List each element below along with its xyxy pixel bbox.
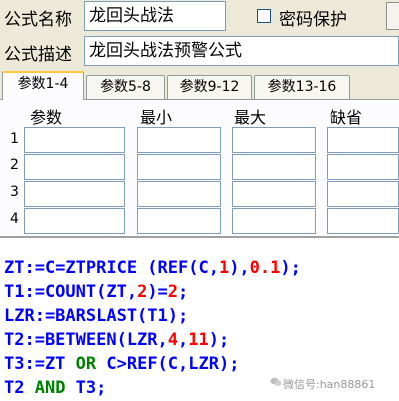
row-number-4: 4 [10, 211, 19, 227]
param-max-cell-4[interactable] [232, 208, 316, 234]
code-line-2-num2: 2 [167, 282, 179, 302]
code-line-1-num1: 1 [218, 258, 230, 278]
param-name-cell-2[interactable] [24, 154, 125, 180]
param-default-cell-3[interactable] [327, 181, 399, 207]
tab-params-1-4[interactable]: 参数1-4 [2, 71, 84, 100]
code-line-6-end: T3; [65, 378, 107, 398]
code-line-1-end: ); [280, 258, 301, 278]
code-line-3: LZR:=BARSLAST(T1); [4, 306, 188, 326]
watermark-text: 微信号:han88861 [283, 378, 376, 391]
formula-editor-panel: 公式名称 龙回头战法 密码保护 公式描述 龙回头战法预警公式 参数1-4 参数5… [0, 0, 399, 236]
param-name-cell-3[interactable] [24, 181, 125, 207]
code-line-5-or-keyword: OR [75, 354, 97, 374]
row-number-1: 1 [10, 131, 19, 147]
param-default-cell-1[interactable] [327, 127, 399, 153]
code-line-4-num1: 4 [167, 330, 179, 350]
code-line-5-end: C>REF(C,LZR); [96, 354, 240, 374]
param-max-cell-3[interactable] [232, 181, 316, 207]
code-line-2: T1:=COUNT(ZT,2)=2; [4, 282, 188, 302]
param-default-cell-4[interactable] [327, 208, 399, 234]
code-line-2-main: T1:=COUNT(ZT, [4, 282, 138, 302]
formula-name-input[interactable]: 龙回头战法 [84, 1, 226, 31]
password-protect-checkbox[interactable] [257, 9, 271, 23]
formula-desc-input[interactable]: 龙回头战法预警公式 [84, 36, 399, 66]
row-number-2: 2 [10, 157, 19, 173]
wechat-logo-icon [270, 377, 282, 386]
code-line-4-num2: 11 [188, 330, 209, 350]
password-protect-label: 密码保护 [279, 10, 347, 30]
code-line-6-main: T2 [4, 378, 35, 398]
code-line-1-num2: 0.1 [249, 258, 281, 278]
code-line-5: T3:=ZT OR C>REF(C,LZR); [4, 354, 239, 374]
code-line-4-main: T2:=BETWEEN(LZR, [4, 330, 168, 350]
code-line-2-num1: 2 [137, 282, 148, 302]
formula-desc-label: 公式描述 [4, 45, 72, 65]
tab-params-13-16[interactable]: 参数13-16 [254, 75, 350, 99]
code-line-1-sep: ), [229, 258, 250, 278]
param-max-cell-2[interactable] [232, 154, 316, 180]
tab-params-9-12[interactable]: 参数9-12 [167, 75, 252, 99]
param-max-cell-1[interactable] [232, 127, 316, 153]
code-line-4-sep: , [178, 330, 189, 350]
code-line-6-and-keyword: AND [34, 378, 66, 398]
edge-button[interactable] [386, 2, 399, 30]
param-min-cell-1[interactable] [137, 127, 221, 153]
code-line-5-main: T3:=ZT [4, 354, 76, 374]
param-min-cell-2[interactable] [137, 154, 221, 180]
formula-name-label: 公式名称 [4, 10, 72, 30]
col-header-param: 参数 [30, 108, 63, 127]
code-line-3-main: LZR:=BARSLAST(T1); [4, 306, 189, 326]
code-line-2-sep: )= [147, 282, 168, 302]
code-line-4-end: ); [208, 330, 230, 350]
code-line-6: T2 AND T3; [4, 378, 106, 398]
param-min-cell-3[interactable] [137, 181, 221, 207]
code-line-1-main: ZT:=C=ZTPRICE (REF(C, [4, 258, 219, 278]
code-line-1: ZT:=C=ZTPRICE (REF(C,1),0.1); [4, 258, 301, 278]
code-line-4: T2:=BETWEEN(LZR,4,11); [4, 330, 229, 350]
row-number-3: 3 [10, 184, 19, 200]
col-header-default: 缺省 [330, 108, 363, 127]
col-header-min: 最小 [140, 108, 173, 127]
tab-params-5-8[interactable]: 参数5-8 [86, 75, 165, 99]
param-name-cell-1[interactable] [24, 127, 125, 153]
col-header-max: 最大 [234, 108, 267, 127]
code-line-2-end: ; [178, 282, 189, 302]
param-default-cell-2[interactable] [327, 154, 399, 180]
param-min-cell-4[interactable] [137, 208, 221, 234]
param-name-cell-4[interactable] [24, 208, 125, 234]
